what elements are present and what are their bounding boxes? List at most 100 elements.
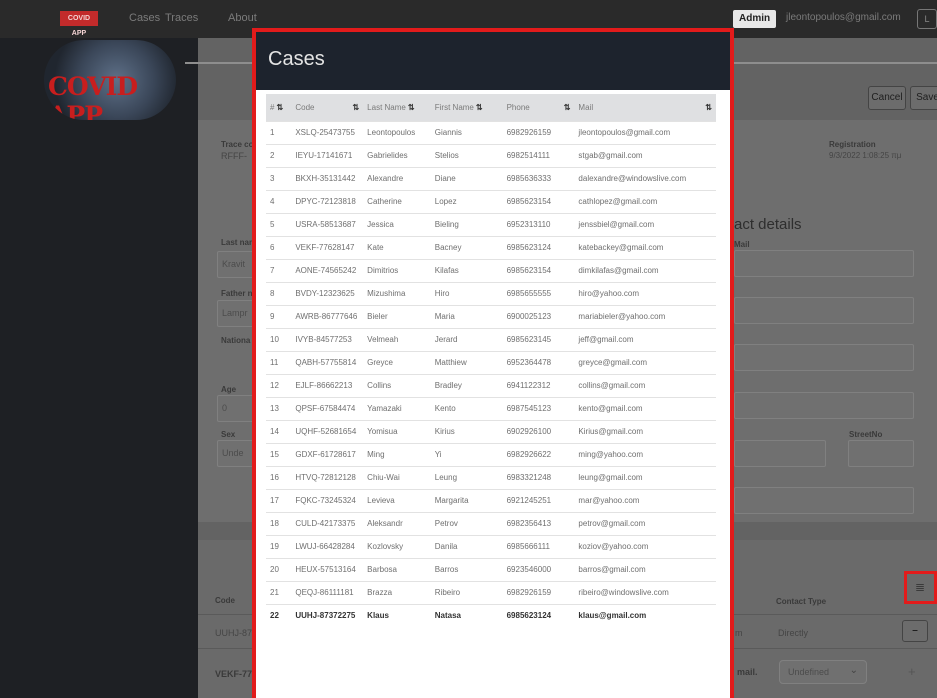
table-row[interactable]: 1 XSLQ-25473755 Leontopoulos Giannis 6982926…: [266, 120, 716, 144]
admin-badge[interactable]: Admin: [733, 10, 777, 28]
table-row[interactable]: 8 BVDY-12323625 Mizushima Hiro 6985655555 hir…: [266, 281, 716, 305]
cell-phone: 6985655555: [502, 281, 575, 305]
cell-phone: 6982926622: [502, 442, 575, 466]
cell-first-name: Margarita: [430, 488, 503, 512]
sort-icon: ⇅: [475, 102, 483, 112]
cancel-button[interactable]: Cancel: [868, 86, 906, 110]
cell-phone: 6982514111: [502, 143, 575, 167]
street-no-input[interactable]: [848, 440, 914, 467]
cell-number: 3: [266, 166, 292, 190]
table-row[interactable]: 21 QEQJ-86111181 Brazza Ribeiro 6982926159 ri…: [266, 580, 716, 604]
table-row[interactable]: 19 LWUJ-66428284 Kozlovsky Danila 6985666111…: [266, 534, 716, 558]
cell-number: 18: [266, 511, 292, 535]
cell-number: 17: [266, 488, 292, 512]
cell-code: BKXH-35131442: [291, 166, 364, 190]
table-row[interactable]: 7 AONE-74565242 Dimitrios Kilafas 6985623154…: [266, 258, 716, 282]
table-icon-button[interactable]: ≣: [904, 571, 937, 604]
column-header-phone[interactable]: Phone ⇅: [502, 94, 575, 121]
cell-phone: 6985623145: [502, 327, 575, 351]
contact-input-4[interactable]: [734, 392, 914, 419]
cell-code: FQKC-73245324: [291, 488, 364, 512]
cell-phone: 6985623154: [502, 258, 575, 282]
contact-row-2-mail: mail.: [737, 667, 758, 677]
trace-code-value: RFFF-: [221, 151, 247, 161]
cell-mail: ming@yahoo.com: [574, 442, 716, 466]
cell-first-name: Danila: [430, 534, 503, 558]
street-input[interactable]: [734, 440, 826, 467]
mail-input[interactable]: [734, 250, 914, 277]
table-row[interactable]: 12 EJLF-86662213 Collins Bradley 6941122312 c…: [266, 373, 716, 397]
table-row[interactable]: 16 HTVQ-72812128 Chiu-Wai Leung 6983321248 le…: [266, 465, 716, 489]
contact-input-3[interactable]: [734, 344, 914, 371]
contact-type-select-value: Undefined: [788, 667, 830, 677]
table-row[interactable]: 15 GDXF-61728617 Ming Yi 6982926622 ming@yaho…: [266, 442, 716, 466]
table-icon: ≣: [915, 580, 926, 594]
cell-phone: 6902926100: [502, 419, 575, 443]
age-input[interactable]: 0: [217, 395, 256, 422]
table-row[interactable]: 10 IVYB-84577253 Velmeah Jerard 6985623145 je…: [266, 327, 716, 351]
last-name-input[interactable]: Kravit: [217, 251, 256, 278]
cell-code: EJLF-86662213: [291, 373, 364, 397]
cell-first-name: Leung: [430, 465, 503, 489]
cell-mail: jeff@gmail.com: [574, 327, 716, 351]
cell-number: 2: [266, 143, 292, 167]
cell-first-name: Ribeiro: [430, 580, 503, 604]
sort-icon: ⇅: [563, 102, 571, 112]
table-row[interactable]: 3 BKXH-35131442 Alexandre Diane 6985636333 da…: [266, 166, 716, 190]
save-button[interactable]: Save: [910, 86, 937, 110]
column-header-code[interactable]: Code ⇅: [291, 94, 364, 121]
cell-phone: 6983321248: [502, 465, 575, 489]
cell-mail: Kirius@gmail.com: [574, 419, 716, 443]
table-row[interactable]: 5 USRA-58513687 Jessica Bieling 6952313110 je…: [266, 212, 716, 236]
column-header-first-name[interactable]: First Name ⇅: [430, 94, 503, 121]
age-label: Age: [221, 385, 237, 394]
user-menu-button[interactable]: L: [917, 9, 937, 29]
column-header-last-name[interactable]: Last Name ⇅: [363, 94, 431, 121]
brand-badge[interactable]: COVID APP: [60, 11, 98, 37]
contact-input-2[interactable]: [734, 297, 914, 324]
cell-last-name: Velmeah: [363, 327, 431, 351]
table-row[interactable]: 11 QABH-57755814 Greyce Matthiew 6952364478 g…: [266, 350, 716, 374]
cell-code: AONE-74565242: [291, 258, 364, 282]
add-contact-button[interactable]: +: [908, 664, 916, 679]
column-header-mail[interactable]: Mail ⇅: [574, 94, 716, 121]
registration-label: Registration: [829, 140, 876, 149]
table-row[interactable]: 18 CULD-42173375 Aleksandr Petrov 6982356413…: [266, 511, 716, 535]
column-header-number[interactable]: # ⇅: [266, 94, 292, 121]
father-name-input[interactable]: Lampr: [217, 300, 256, 327]
sex-select[interactable]: Unde: [217, 440, 256, 467]
table-row[interactable]: 13 QPSF-67584474 Yamazaki Kento 6987545123 ke…: [266, 396, 716, 420]
table-row[interactable]: 17 FQKC-73245324 Levieva Margarita 692124525…: [266, 488, 716, 512]
cell-code: HTVQ-72812128: [291, 465, 364, 489]
contact-row-1-type: Directly: [778, 628, 809, 638]
nav-link-cases[interactable]: Cases: [129, 12, 160, 24]
nav-link-about[interactable]: About: [228, 12, 257, 24]
cell-mail: petrov@gmail.com: [574, 511, 716, 535]
cell-number: 21: [266, 580, 292, 604]
cell-number: 20: [266, 557, 292, 581]
cell-last-name: Yomisua: [363, 419, 431, 443]
table-row[interactable]: 9 AWRB-86777646 Bieler Maria 6900025123 maria…: [266, 304, 716, 328]
cell-first-name: Bradley: [430, 373, 503, 397]
table-row[interactable]: 14 UQHF-52681654 Yomisua Kirius 6902926100 Ki…: [266, 419, 716, 443]
nav-link-traces[interactable]: Traces: [165, 12, 198, 24]
cell-phone: 6982926159: [502, 120, 575, 144]
table-row[interactable]: 6 VEKF-77628147 Kate Bacney 6985623124 kateba…: [266, 235, 716, 259]
cell-last-name: Barbosa: [363, 557, 431, 581]
cell-number: 12: [266, 373, 292, 397]
cases-table-body: 1 XSLQ-25473755 Leontopoulos Giannis 6982926…: [266, 120, 716, 627]
table-row[interactable]: 20 HEUX-57513164 Barbosa Barros 6923546000 ba…: [266, 557, 716, 581]
table-row[interactable]: 2 IEYU-17141671 Gabrielides Stelios 69825141…: [266, 143, 716, 167]
table-row[interactable]: 22 UUHJ-87372275 Klaus Natasa 6985623124 klau…: [266, 603, 716, 627]
cell-first-name: Barros: [430, 557, 503, 581]
table-row[interactable]: 4 DPYC-72123818 Catherine Lopez 6985623154 ca…: [266, 189, 716, 213]
remove-contact-button[interactable]: –: [902, 620, 928, 642]
sort-icon: ⇅: [705, 102, 712, 112]
cell-mail: jleontopoulos@gmail.com: [574, 120, 716, 144]
contact-type-select[interactable]: Undefined ⌄: [779, 660, 867, 684]
contact-input-5[interactable]: [734, 487, 914, 514]
trace-code-label: Trace co: [221, 140, 254, 149]
cell-mail: cathlopez@gmail.com: [574, 189, 716, 213]
cell-mail: greyce@gmail.com: [574, 350, 716, 374]
cell-phone: 6985666111: [502, 534, 575, 558]
